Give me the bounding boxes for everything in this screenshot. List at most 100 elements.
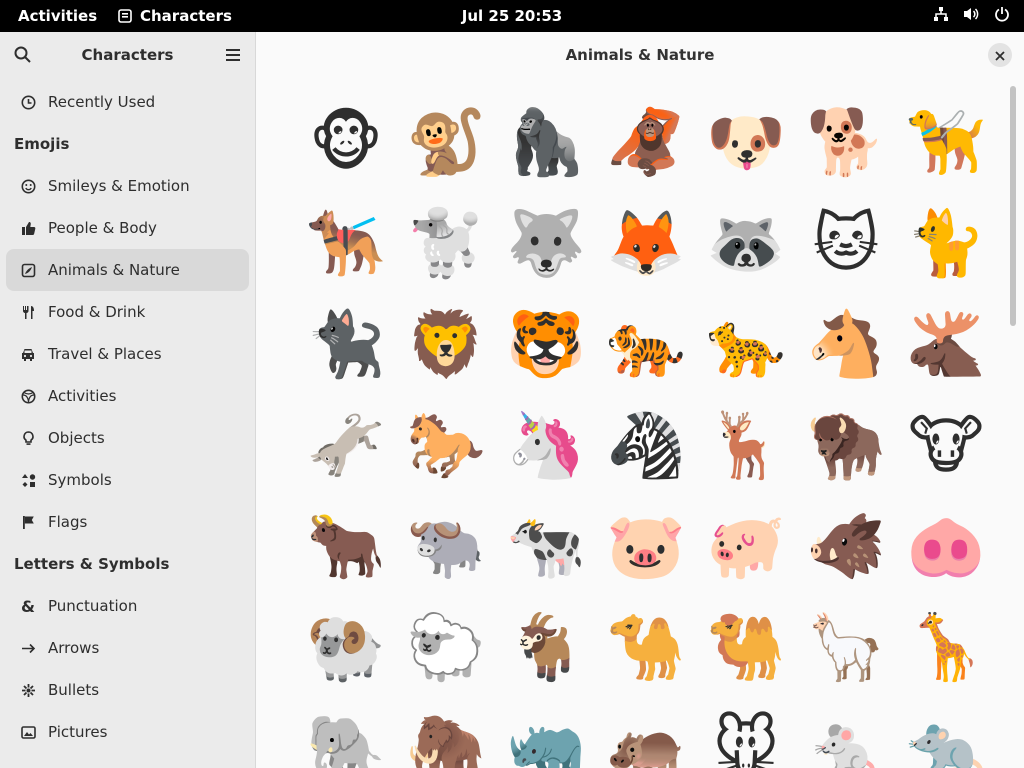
sidebar-item-punctuation[interactable]: & Punctuation <box>6 585 249 627</box>
sidebar-item-label: Arrows <box>48 639 100 657</box>
emoji-cell[interactable]: 🐂 <box>296 496 396 597</box>
page-title: Animals & Nature <box>565 46 715 64</box>
emoji-cell[interactable]: 🦌 <box>696 395 796 496</box>
emoji-cell[interactable]: 🐷 <box>596 496 696 597</box>
emoji-cell[interactable]: 🐐 <box>496 597 596 698</box>
emoji-cell[interactable]: 🐵 <box>296 92 396 193</box>
sidebar-item-recently-used[interactable]: Recently Used <box>6 81 249 123</box>
emoji-cell[interactable]: 🐴 <box>796 294 896 395</box>
emoji-cell[interactable]: 🦮 <box>896 92 996 193</box>
sidebar-item-flags[interactable]: Flags <box>6 501 249 543</box>
emoji-cell[interactable]: 🫏 <box>296 395 396 496</box>
emoji-cell[interactable]: 🐏 <box>296 597 396 698</box>
sidebar-item-people[interactable]: People & Body <box>6 207 249 249</box>
clock[interactable]: Jul 25 20:53 <box>0 7 1024 25</box>
fork-knife-icon <box>20 304 36 320</box>
arrow-right-icon <box>20 640 36 656</box>
emoji-cell[interactable]: 🦬 <box>796 395 896 496</box>
emoji-cell[interactable]: 🐎 <box>396 395 496 496</box>
emoji-cell[interactable]: 🐫 <box>696 597 796 698</box>
activities-icon <box>20 388 36 404</box>
sidebar-item-travel[interactable]: Travel & Places <box>6 333 249 375</box>
sidebar-item-label: Travel & Places <box>48 345 162 363</box>
section-heading-emojis: Emojis <box>14 135 70 153</box>
sidebar-item-label: Smileys & Emotion <box>48 177 190 195</box>
sidebar-item-label: Symbols <box>48 471 112 489</box>
emoji-cell[interactable]: 🦄 <box>496 395 596 496</box>
sidebar-item-symbols[interactable]: Symbols <box>6 459 249 501</box>
sidebar-item-animals[interactable]: Animals & Nature <box>6 249 249 291</box>
sidebar-item-smileys[interactable]: Smileys & Emotion <box>6 165 249 207</box>
emoji-cell[interactable]: 🐖 <box>696 496 796 597</box>
emoji-cell[interactable]: 🐈 <box>896 193 996 294</box>
sidebar-item-label: Flags <box>48 513 88 531</box>
sidebar-item-label: Animals & Nature <box>48 261 180 279</box>
emoji-cell[interactable]: 🦒 <box>896 597 996 698</box>
sidebar-item-bullets[interactable]: Bullets <box>6 669 249 711</box>
volume-icon <box>963 6 980 22</box>
emoji-cell[interactable]: 🐽 <box>896 496 996 597</box>
emoji-cell[interactable]: 🐕‍🦺 <box>296 193 396 294</box>
main-header: Animals & Nature <box>256 32 1024 78</box>
emoji-cell[interactable]: 🐅 <box>596 294 696 395</box>
hamburger-menu-icon[interactable] <box>225 47 241 63</box>
emoji-cell[interactable]: 🦁 <box>396 294 496 395</box>
emoji-cell[interactable]: 🐒 <box>396 92 496 193</box>
sidebar-item-label: Recently Used <box>48 93 156 111</box>
emoji-cell[interactable]: 🐭 <box>696 698 796 768</box>
emoji-cell[interactable]: 🐀 <box>896 698 996 768</box>
car-icon <box>20 346 36 362</box>
lightbulb-icon <box>20 430 36 446</box>
picture-icon <box>20 724 36 740</box>
emoji-cell[interactable]: 🦓 <box>596 395 696 496</box>
emoji-cell[interactable]: 🫎 <box>896 294 996 395</box>
section-heading-letters: Letters & Symbols <box>14 555 170 573</box>
sidebar: Characters Recently Used Emojis Smileys … <box>0 32 256 768</box>
emoji-cell[interactable]: 🐩 <box>396 193 496 294</box>
emoji-cell[interactable]: 🐺 <box>496 193 596 294</box>
ampersand-icon: & <box>21 596 35 616</box>
close-button[interactable] <box>988 43 1012 67</box>
smiley-icon <box>20 178 36 194</box>
sidebar-item-objects[interactable]: Objects <box>6 417 249 459</box>
sidebar-item-label: People & Body <box>48 219 157 237</box>
emoji-cell[interactable]: 🐄 <box>496 496 596 597</box>
emoji-cell[interactable]: 🦝 <box>696 193 796 294</box>
sidebar-item-label: Bullets <box>48 681 100 699</box>
emoji-cell[interactable]: 🐗 <box>796 496 896 597</box>
sidebar-item-arrows[interactable]: Arrows <box>6 627 249 669</box>
emoji-cell[interactable]: 🐆 <box>696 294 796 395</box>
emoji-cell[interactable]: 🐕 <box>796 92 896 193</box>
emoji-cell[interactable]: 🐈‍⬛ <box>296 294 396 395</box>
emoji-cell[interactable]: 🐱 <box>796 193 896 294</box>
emoji-cell[interactable]: 🦏 <box>496 698 596 768</box>
sidebar-item-food[interactable]: Food & Drink <box>6 291 249 333</box>
power-icon <box>994 6 1010 22</box>
emoji-cell[interactable]: 🐃 <box>396 496 496 597</box>
emoji-cell[interactable]: 🦣 <box>396 698 496 768</box>
emoji-cell[interactable]: 🐮 <box>896 395 996 496</box>
emoji-cell[interactable]: 🦧 <box>596 92 696 193</box>
emoji-cell[interactable]: 🦙 <box>796 597 896 698</box>
sidebar-item-label: Objects <box>48 429 105 447</box>
emoji-cell[interactable]: 🦍 <box>496 92 596 193</box>
system-status-area[interactable] <box>933 6 1010 22</box>
sidebar-item-label: Food & Drink <box>48 303 146 321</box>
emoji-cell[interactable]: 🦊 <box>596 193 696 294</box>
sidebar-item-activities[interactable]: Activities <box>6 375 249 417</box>
emoji-cell[interactable]: 🐘 <box>296 698 396 768</box>
emoji-cell[interactable]: 🐁 <box>796 698 896 768</box>
network-icon <box>933 6 949 22</box>
emoji-cell[interactable]: 🐪 <box>596 597 696 698</box>
emoji-cell[interactable]: 🦛 <box>596 698 696 768</box>
emoji-cell[interactable]: 🐯 <box>496 294 596 395</box>
scrollbar[interactable] <box>1010 86 1016 326</box>
sidebar-item-pictures[interactable]: Pictures <box>6 711 249 753</box>
sidebar-header: Characters <box>0 32 255 78</box>
close-icon <box>995 46 1005 65</box>
emoji-cell[interactable]: 🐑 <box>396 597 496 698</box>
main-panel: Animals & Nature 🐵 🐒 🦍 🦧 🐶 🐕 🦮 🐕‍🦺 🐩 🐺 🦊 🦝 🐱 🐈 🐈‍⬛ 🦁 🐯 🐅 🐆… <box>256 32 1024 768</box>
clock-icon <box>20 94 36 110</box>
sidebar-title: Characters <box>81 46 174 64</box>
emoji-cell[interactable]: 🐶 <box>696 92 796 193</box>
